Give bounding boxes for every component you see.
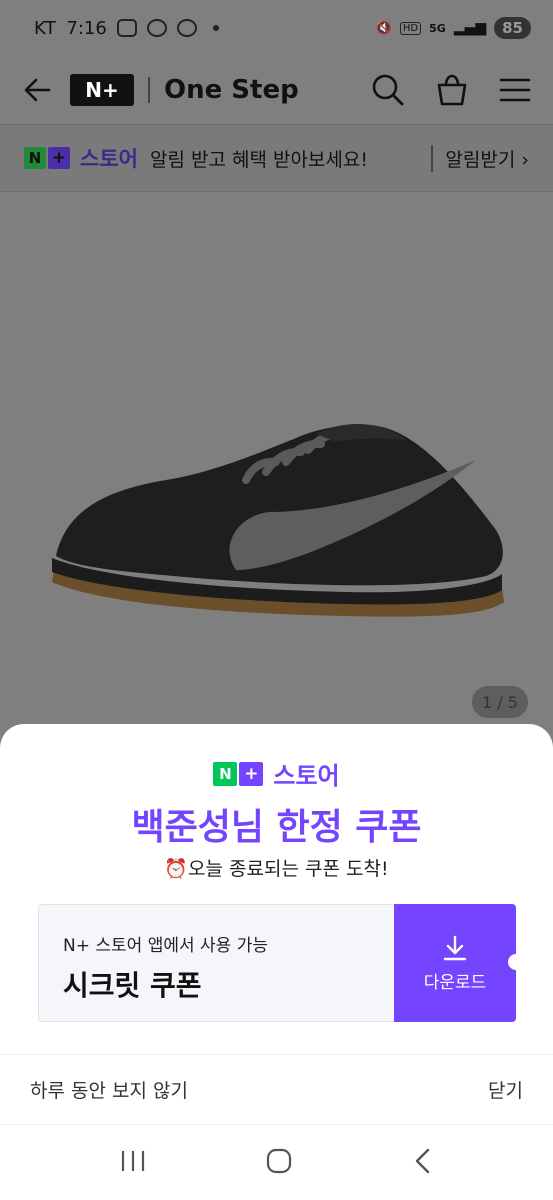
cart-button[interactable] <box>435 73 469 107</box>
download-icon <box>443 935 467 960</box>
notify-message: 알림 받고 혜택 받아보세요! <box>149 148 368 171</box>
coupon-sheet-title: 백준성님 한정 쿠폰 <box>131 807 422 848</box>
hide-today-button[interactable]: 하루 동안 보지 않기 <box>30 1076 188 1103</box>
recent-apps-button[interactable] <box>120 1149 146 1177</box>
close-button[interactable]: 닫기 <box>488 1076 523 1103</box>
chevron-left-icon <box>415 1148 430 1173</box>
coupon-caption: N+ 스토어 앱에서 사용 가능 <box>63 936 268 956</box>
talk-icon <box>176 19 197 37</box>
chevron-right-icon: › <box>521 148 529 171</box>
home-button[interactable] <box>265 1147 293 1179</box>
battery-indicator: 85 <box>494 17 531 39</box>
image-counter-total: 5 <box>507 692 518 712</box>
secret-coupon-card[interactable]: N+ 스토어 앱에서 사용 가능 시크릿 쿠폰 다운로드 <box>38 904 524 1022</box>
back-button[interactable] <box>22 75 52 105</box>
product-image-carousel[interactable]: 1 / 5 <box>0 192 553 732</box>
sheet-footer: 하루 동안 보지 않기 닫기 <box>0 1054 553 1124</box>
nplus-store-logo: N + 스토어 <box>24 143 138 173</box>
status-bar: KT 7:16 🔇 HD 5G ▂▄▆ 85 <box>0 0 553 56</box>
store-name[interactable]: One Step <box>164 75 299 105</box>
message-icon <box>146 19 167 37</box>
menu-button[interactable] <box>499 76 531 104</box>
hd-icon: HD <box>399 21 422 35</box>
carrier-label: KT <box>34 17 57 39</box>
n-logo-icon: N <box>213 761 238 786</box>
app-header: N+ One Step <box>0 56 553 124</box>
sheet-nplus-store-logo: N + 스토어 <box>0 756 553 791</box>
store-brand-label: 스토어 <box>80 147 138 171</box>
search-icon <box>372 74 404 106</box>
arrow-left-icon <box>24 78 51 102</box>
nplus-logo[interactable]: N+ <box>70 74 134 106</box>
notification-promo-bar: N + 스토어 알림 받고 혜택 받아보세요! 알림받기 › <box>0 124 553 192</box>
recent-apps-icon <box>121 1150 144 1171</box>
shopping-bag-icon <box>437 74 467 106</box>
notification-dot-icon <box>212 25 219 31</box>
plus-logo-icon: + <box>48 147 70 169</box>
screenshot-icon <box>116 19 137 37</box>
system-navigation-bar <box>0 1124 553 1200</box>
download-label: 다운로드 <box>423 972 487 993</box>
network-type: 5G <box>429 21 446 35</box>
image-counter: 1 / 5 <box>472 686 528 718</box>
subscribe-alert-label: 알림받기 <box>445 148 516 171</box>
hamburger-menu-icon <box>499 78 531 102</box>
coupon-download-button[interactable]: 다운로드 <box>394 904 524 1022</box>
coupon-sheet-subtitle: ⏰오늘 종료되는 쿠폰 도착! <box>164 858 389 880</box>
home-icon <box>267 1148 292 1173</box>
image-counter-current: 1 <box>482 692 493 712</box>
product-image-sneaker[interactable] <box>46 420 508 620</box>
sheet-brand-label: 스토어 <box>273 762 340 790</box>
signal-icon: ▂▄▆ <box>453 20 487 36</box>
coupon-info: N+ 스토어 앱에서 사용 가능 시크릿 쿠폰 <box>38 904 394 1022</box>
system-back-button[interactable] <box>413 1147 433 1179</box>
header-divider <box>148 77 150 103</box>
coupon-name: 시크릿 쿠폰 <box>63 969 202 1002</box>
image-counter-separator: / <box>492 692 508 712</box>
subscribe-alert-button[interactable]: 알림받기 › <box>431 144 529 172</box>
clock: 7:16 <box>66 17 107 39</box>
n-logo-icon: N <box>24 147 46 169</box>
plus-logo-icon: + <box>239 761 264 786</box>
search-button[interactable] <box>371 73 405 107</box>
coupon-notch <box>508 954 524 970</box>
mute-icon: 🔇 <box>375 20 392 36</box>
